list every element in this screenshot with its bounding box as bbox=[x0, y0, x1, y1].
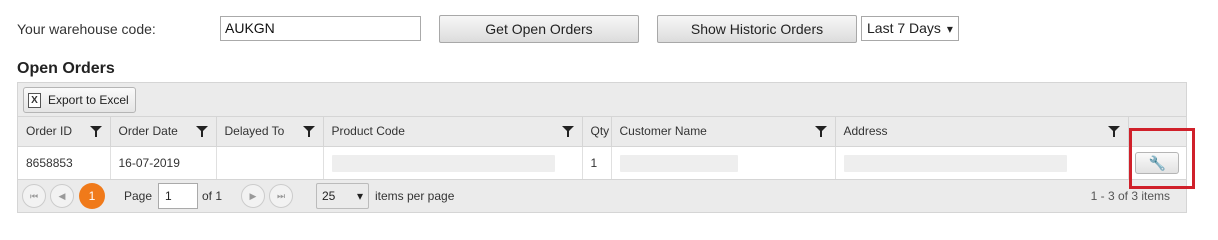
show-historic-orders-button[interactable]: Show Historic Orders bbox=[657, 15, 857, 43]
filter-icon[interactable] bbox=[1107, 126, 1120, 137]
redacted-product-code bbox=[331, 154, 555, 172]
cell-qty: 1 bbox=[582, 146, 612, 180]
items-range-text: 1 - 3 of 3 items bbox=[1090, 189, 1170, 203]
cell-delayed-to bbox=[216, 146, 324, 180]
highlight-box bbox=[1129, 128, 1195, 189]
orders-table: Order ID Order Date Delayed To Product C… bbox=[18, 117, 1186, 180]
chevron-down-icon: ▾ bbox=[356, 189, 363, 203]
current-page-button[interactable]: 1 bbox=[79, 183, 105, 209]
get-open-orders-button[interactable]: Get Open Orders bbox=[439, 15, 639, 43]
export-to-excel-label: Export to Excel bbox=[48, 93, 129, 107]
cell-order-id: 8658853 bbox=[18, 146, 111, 180]
page-size-select[interactable]: 25 ▾ bbox=[316, 183, 369, 209]
warehouse-code-label: Your warehouse code: bbox=[17, 21, 156, 37]
column-header-order-id[interactable]: Order ID bbox=[18, 117, 111, 147]
grid-pager: ⏮ ◀ 1 Page 1 of 1 ▶ ⏭ 25 ▾ items per pag… bbox=[18, 179, 1186, 212]
page-label: Page bbox=[124, 189, 153, 203]
page-size-value: 25 bbox=[322, 189, 336, 203]
column-header-product-code[interactable]: Product Code bbox=[323, 117, 583, 147]
last-page-icon[interactable]: ⏭ bbox=[269, 184, 293, 208]
cell-address bbox=[835, 146, 1129, 180]
section-title: Open Orders bbox=[17, 60, 115, 77]
filter-icon[interactable] bbox=[561, 126, 574, 137]
period-select-value: Last 7 Days bbox=[867, 20, 941, 36]
page-count-label: of 1 bbox=[202, 189, 223, 203]
period-select[interactable]: Last 7 Days ▾ bbox=[861, 16, 959, 41]
orders-grid: X Export to Excel Order ID Order Date Del… bbox=[17, 82, 1187, 213]
filter-icon[interactable] bbox=[814, 126, 827, 137]
next-page-icon[interactable]: ▶ bbox=[241, 184, 265, 208]
chevron-down-icon: ▾ bbox=[946, 22, 953, 36]
first-page-icon[interactable]: ⏮ bbox=[22, 184, 46, 208]
column-header-order-date[interactable]: Order Date bbox=[110, 117, 217, 147]
cell-customer-name bbox=[611, 146, 836, 180]
filter-icon[interactable] bbox=[195, 126, 208, 137]
export-to-excel-button[interactable]: X Export to Excel bbox=[23, 87, 136, 113]
page-number-value: 1 bbox=[165, 189, 172, 203]
column-header-customer-name[interactable]: Customer Name bbox=[611, 117, 836, 147]
grid-toolbar: X Export to Excel bbox=[18, 83, 1186, 117]
cell-order-date: 16-07-2019 bbox=[110, 146, 217, 180]
items-per-page-label: items per page bbox=[375, 189, 455, 203]
redacted-address bbox=[843, 154, 1067, 172]
redacted-customer-name bbox=[619, 154, 738, 172]
column-header-address[interactable]: Address bbox=[835, 117, 1129, 147]
cell-product-code bbox=[323, 146, 583, 180]
column-header-qty[interactable]: Qty bbox=[582, 117, 612, 147]
column-header-delayed-to[interactable]: Delayed To bbox=[216, 117, 324, 147]
warehouse-code-value: AUKGN bbox=[225, 20, 275, 36]
excel-icon: X bbox=[28, 93, 41, 109]
previous-page-icon[interactable]: ◀ bbox=[50, 184, 74, 208]
table-header-row: Order ID Order Date Delayed To Product C… bbox=[18, 117, 1186, 147]
filter-icon[interactable] bbox=[302, 126, 315, 137]
table-row[interactable]: 8658853 16-07-2019 1 🔧 bbox=[18, 146, 1186, 180]
warehouse-code-input[interactable]: AUKGN bbox=[220, 16, 421, 41]
filter-icon[interactable] bbox=[89, 126, 102, 137]
page-number-input[interactable]: 1 bbox=[158, 183, 198, 209]
